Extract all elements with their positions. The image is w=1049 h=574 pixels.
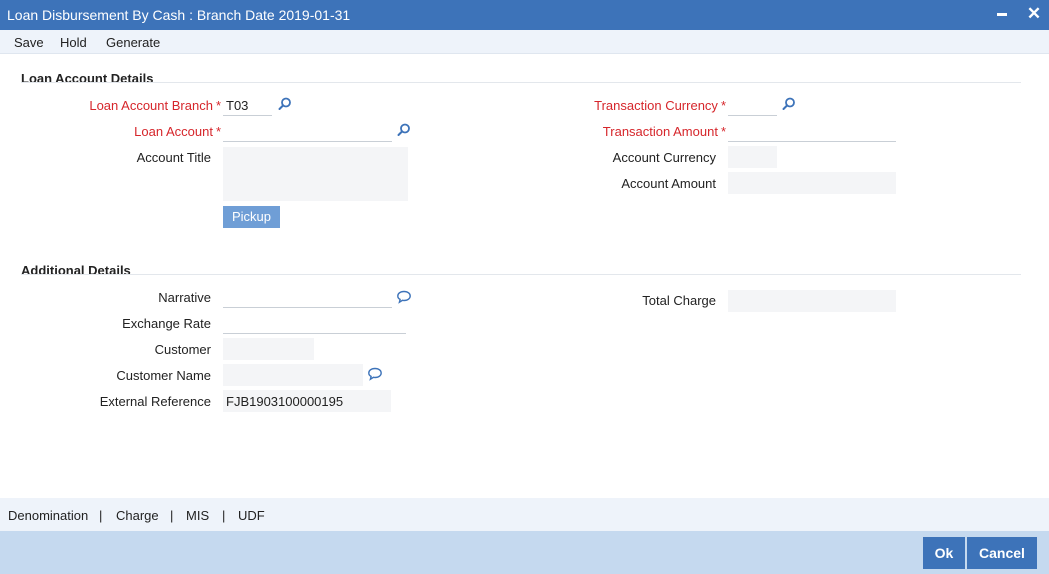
minimize-icon[interactable]: ▬ xyxy=(992,4,1012,24)
speech-bubble-icon[interactable] xyxy=(396,289,412,305)
footer-bar: Ok Cancel xyxy=(0,531,1049,574)
loan-account-input[interactable] xyxy=(223,120,392,142)
exchange-rate-input[interactable] xyxy=(223,312,406,334)
search-icon[interactable] xyxy=(396,122,412,138)
search-icon[interactable] xyxy=(277,96,293,112)
close-icon[interactable]: ✕ xyxy=(1024,4,1044,24)
customer-field xyxy=(223,338,314,360)
total-charge-label: Total Charge xyxy=(642,293,716,308)
menu-bar: Save Hold Generate xyxy=(0,30,1049,54)
customer-label: Customer xyxy=(154,342,211,357)
customer-name-field xyxy=(223,364,363,386)
sub-screen-tabs: Denomination | Charge | MIS | UDF xyxy=(0,498,1049,531)
loan-account-branch-input[interactable] xyxy=(223,94,272,116)
transaction-currency-label: Transaction Currency * xyxy=(594,98,726,113)
loan-account-details-heading: Loan Account Details xyxy=(21,71,154,86)
account-currency-label: Account Currency xyxy=(612,150,716,165)
exchange-rate-label: Exchange Rate xyxy=(122,316,211,331)
customer-name-label: Customer Name xyxy=(116,368,211,383)
save-menu-item[interactable]: Save xyxy=(14,35,44,50)
account-title-field xyxy=(223,147,408,201)
section-divider xyxy=(21,82,1021,83)
external-reference-label: External Reference xyxy=(99,394,211,409)
additional-details-heading: Additional Details xyxy=(21,263,131,278)
tab-udf[interactable]: UDF xyxy=(238,508,265,523)
transaction-currency-input[interactable] xyxy=(728,94,777,116)
pickup-button[interactable]: Pickup xyxy=(223,206,280,228)
required-marker: * xyxy=(720,98,726,113)
tab-mis[interactable]: MIS xyxy=(186,508,209,523)
tab-denomination[interactable]: Denomination xyxy=(8,508,88,523)
narrative-input[interactable] xyxy=(223,286,392,308)
speech-bubble-icon[interactable] xyxy=(367,366,383,382)
cancel-button[interactable]: Cancel xyxy=(967,537,1037,569)
transaction-amount-label: Transaction Amount * xyxy=(602,124,726,139)
window-title: Loan Disbursement By Cash : Branch Date … xyxy=(7,7,351,23)
section-divider xyxy=(21,274,1021,275)
account-title-label: Account Title xyxy=(136,150,211,165)
tab-separator: | xyxy=(99,508,103,523)
loan-account-label: Loan Account * xyxy=(134,124,221,139)
loan-account-branch-label: Loan Account Branch * xyxy=(89,98,221,113)
required-marker: * xyxy=(215,124,221,139)
required-marker: * xyxy=(720,124,726,139)
ok-button[interactable]: Ok xyxy=(923,537,965,569)
required-marker: * xyxy=(215,98,221,113)
hold-menu-item[interactable]: Hold xyxy=(60,35,87,50)
tab-charge[interactable]: Charge xyxy=(116,508,159,523)
window-title-bar: Loan Disbursement By Cash : Branch Date … xyxy=(0,0,1049,30)
narrative-label: Narrative xyxy=(158,290,211,305)
tab-separator: | xyxy=(170,508,174,523)
search-icon[interactable] xyxy=(781,96,797,112)
total-charge-field xyxy=(728,290,896,312)
account-amount-label: Account Amount xyxy=(621,176,716,191)
transaction-amount-input[interactable] xyxy=(728,120,896,142)
account-amount-field xyxy=(728,172,896,194)
external-reference-field xyxy=(223,390,391,412)
tab-separator: | xyxy=(222,508,226,523)
generate-menu-item[interactable]: Generate xyxy=(106,35,160,50)
account-currency-field xyxy=(728,146,777,168)
